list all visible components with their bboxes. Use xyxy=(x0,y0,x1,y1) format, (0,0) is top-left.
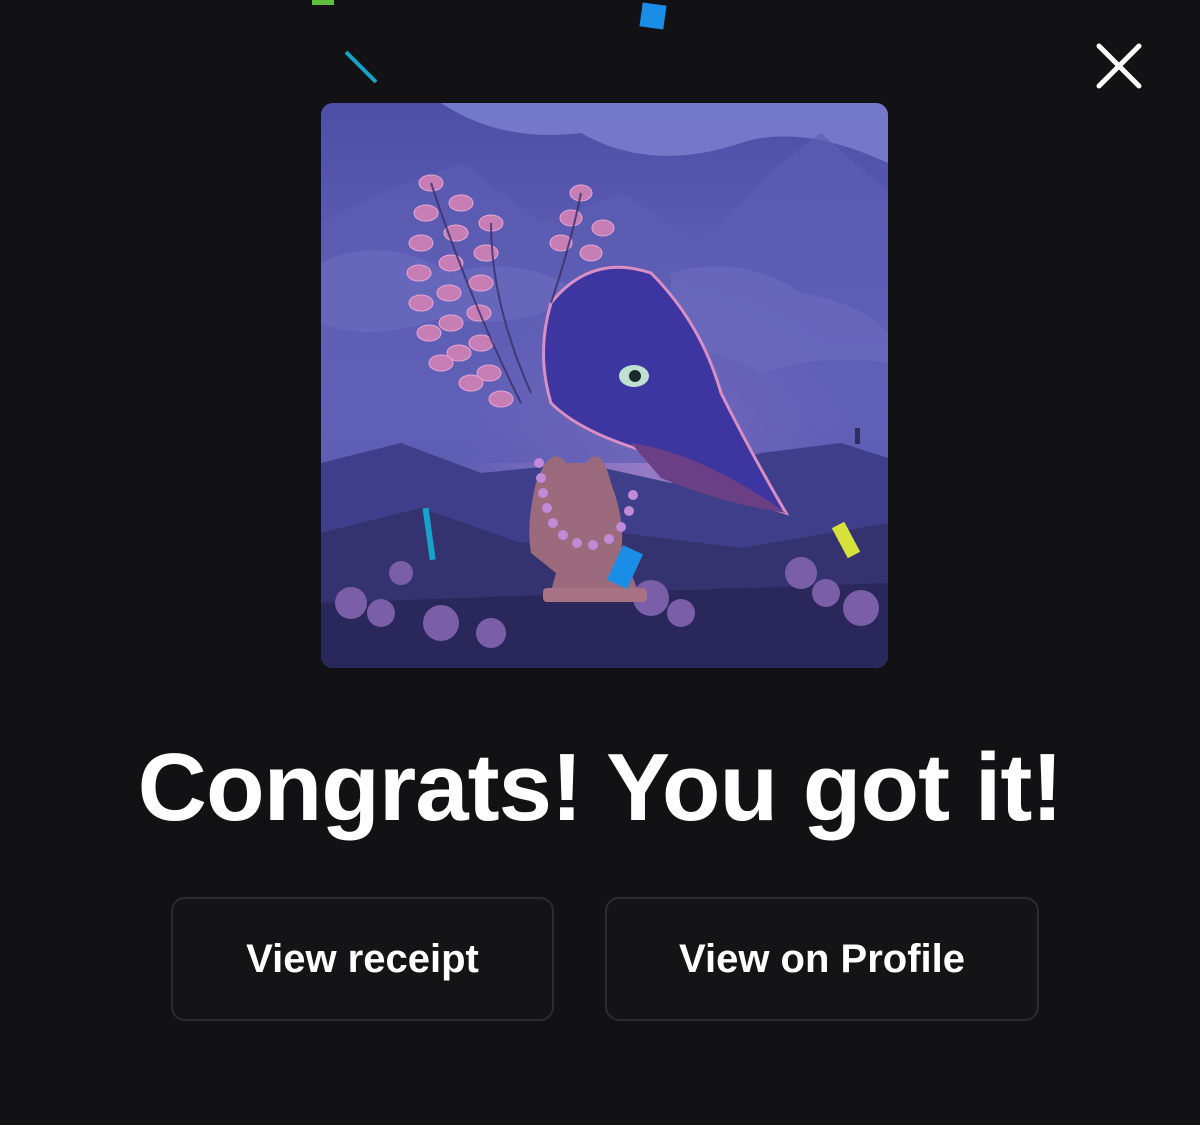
view-receipt-label: View receipt xyxy=(246,936,479,981)
nft-artwork-image xyxy=(321,103,888,668)
view-receipt-button[interactable]: View receipt xyxy=(171,897,554,1021)
purchase-success-modal: Congrats! You got it! View receipt View … xyxy=(0,0,1200,1125)
view-on-profile-label: View on Profile xyxy=(679,936,965,981)
view-on-profile-button[interactable]: View on Profile xyxy=(605,897,1039,1021)
close-icon xyxy=(1096,43,1142,89)
success-headline: Congrats! You got it! xyxy=(137,734,1064,841)
close-button[interactable] xyxy=(1093,40,1145,92)
